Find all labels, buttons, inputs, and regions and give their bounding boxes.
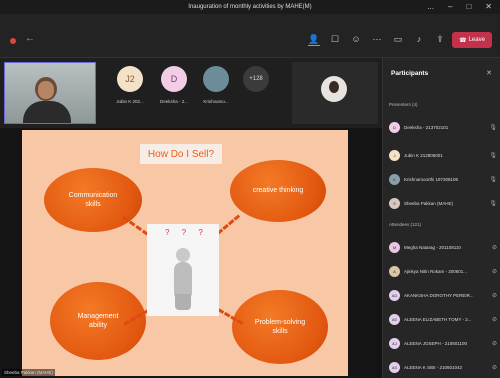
- pinned-video[interactable]: [292, 62, 378, 124]
- mic-off-icon: ⊘: [491, 340, 497, 347]
- avatar: D: [389, 121, 400, 133]
- recording-indicator: [10, 38, 16, 44]
- more-participants-button[interactable]: +128: [243, 66, 269, 92]
- mic-off-icon: ⊘: [491, 244, 497, 251]
- shared-screen: How Do I Sell? Communication skills crea…: [0, 128, 382, 378]
- slide-title: How Do I Sell?: [140, 144, 222, 164]
- avatar: D: [161, 66, 187, 92]
- arrow: [216, 214, 241, 236]
- tile-name: Jubin K 202...: [116, 99, 144, 104]
- people-icon[interactable]: 👤: [308, 34, 320, 46]
- bubble-problem-solving: Problem-solving skills: [232, 290, 328, 364]
- participant-name: Ajinkya Nitin Rokam - 200601...: [404, 268, 468, 274]
- bubble-label: Problem-solving skills: [254, 318, 306, 335]
- mic-off-icon: ⊘: [491, 364, 497, 371]
- panel-title: Participants: [391, 70, 429, 77]
- meeting-toolbar: ← 👤 ☐ ☺ ⋯ ▭ ♪ ⇪ ☎ Leave: [0, 14, 500, 58]
- participant-tile[interactable]: J2 Jubin K 202...: [113, 66, 147, 104]
- participant-name: Jubin K 212806001: [404, 152, 443, 158]
- presenters-heading[interactable]: Presenters (4): [389, 102, 418, 107]
- teams-meeting-window: Inauguration of monthly activities by MA…: [0, 0, 500, 378]
- participant-name: Krishnamoorthi 197308106: [404, 176, 459, 182]
- mic-icon: 🎙: [489, 176, 497, 183]
- avatar: AS: [389, 361, 400, 373]
- tile-name: Krishnamo...: [203, 99, 229, 104]
- participant-name: AKANKSHA DOROTHY PEREIR...: [404, 292, 474, 298]
- close-button[interactable]: ✕: [485, 2, 492, 11]
- leave-button[interactable]: ☎ Leave: [452, 32, 492, 48]
- meeting-controls: 👤 ☐ ☺ ⋯ ▭ ♪ ⇪: [308, 34, 446, 46]
- avatar: J: [389, 149, 400, 161]
- participant-name: ALEENA K SIBI - 210601042: [404, 364, 463, 370]
- bubble-label: Management ability: [77, 312, 119, 329]
- participant-name: ALEENA ELIZABETH TOMY - 2...: [404, 316, 472, 322]
- presentation-slide: How Do I Sell? Communication skills crea…: [22, 130, 348, 376]
- title-bar: Inauguration of monthly activities by MA…: [0, 0, 500, 14]
- question-marks: ? ? ?: [165, 228, 208, 237]
- participant-row[interactable]: D Deeksha - 213702101 🎙: [389, 120, 497, 134]
- participant-tile[interactable]: Krishnamo...: [199, 66, 233, 104]
- avatar: J2: [117, 66, 143, 92]
- participant-name: Sheeba Pakkan (MAHE): [404, 200, 454, 206]
- maximize-button[interactable]: □: [466, 2, 471, 11]
- participant-name: Megha Natarag - 201108110: [404, 244, 461, 250]
- bubble-label: Communication skills: [68, 191, 118, 208]
- window-controls: ... – □ ✕: [427, 2, 492, 11]
- reactions-icon[interactable]: ☺: [350, 34, 362, 46]
- tile-name: Deeksha - 2...: [159, 99, 188, 104]
- participant-row[interactable]: AD AKANKSHA DOROTHY PEREIR... ⊘: [389, 288, 497, 302]
- mic-icon: 🎙: [489, 152, 497, 159]
- participant-row[interactable]: A Ajinkya Nitin Rokam - 200601... ⊘: [389, 264, 497, 278]
- share-icon[interactable]: ⇪: [434, 34, 446, 46]
- chat-icon[interactable]: ☐: [329, 34, 341, 46]
- avatar-photo: [203, 66, 229, 92]
- avatar: S: [389, 197, 400, 209]
- participant-tile[interactable]: D Deeksha - 2...: [157, 66, 191, 104]
- video-strip: J2 Jubin K 202... D Deeksha - 2... Krish…: [0, 58, 382, 128]
- arrow: [122, 215, 150, 236]
- back-arrow-icon[interactable]: ←: [25, 33, 35, 44]
- participant-row[interactable]: AJ ALEENA JOSEPH - 210601100 ⊘: [389, 336, 497, 350]
- avatar: K: [389, 173, 400, 185]
- more-icon[interactable]: ⋯: [371, 34, 383, 46]
- avatar-photo: [321, 76, 347, 102]
- minimize-button[interactable]: –: [448, 2, 452, 11]
- participant-name: Deeksha - 213702101: [404, 124, 449, 130]
- close-icon[interactable]: ✕: [486, 69, 492, 77]
- phone-icon: ☎: [459, 37, 467, 44]
- window-title: Inauguration of monthly activities by MA…: [188, 4, 312, 10]
- participant-row[interactable]: M Megha Natarag - 201108110 ⊘: [389, 240, 497, 254]
- participant-row[interactable]: AS ALEENA K SIBI - 210601042 ⊘: [389, 360, 497, 374]
- thinking-figure: ? ? ?: [147, 224, 219, 316]
- host-video[interactable]: [4, 62, 96, 124]
- leave-label: Leave: [468, 37, 485, 43]
- avatar: AJ: [389, 337, 400, 349]
- mic-icon[interactable]: ♪: [413, 34, 425, 46]
- participant-row[interactable]: K Krishnamoorthi 197308106 🎙: [389, 172, 497, 186]
- presenter-label: Sheeba Pakkan (MAHE): [2, 369, 56, 376]
- participants-panel: Participants ✕ Presenters (4) D Deeksha …: [382, 58, 500, 378]
- mic-off-icon: ⊘: [491, 316, 497, 323]
- participant-name: ALEENA JOSEPH - 210601100: [404, 340, 467, 346]
- avatar: AD: [389, 289, 400, 301]
- avatar: M: [389, 241, 400, 253]
- attendees-heading[interactable]: Attendees (121): [389, 222, 421, 227]
- mic-off-icon: ⊘: [491, 268, 497, 275]
- participant-row[interactable]: J Jubin K 212806001 🎙: [389, 148, 497, 162]
- mic-icon: 🎙: [489, 124, 497, 131]
- bubble-creative-thinking: creative thinking: [230, 160, 326, 222]
- avatar: A: [389, 265, 400, 277]
- participant-row[interactable]: AE ALEENA ELIZABETH TOMY - 2... ⊘: [389, 312, 497, 326]
- camera-icon[interactable]: ▭: [392, 34, 404, 46]
- avatar: AE: [389, 313, 400, 325]
- mic-off-icon: ⊘: [491, 292, 497, 299]
- more-options-icon[interactable]: ...: [427, 2, 434, 11]
- mic-icon: 🎙: [489, 200, 497, 207]
- bubble-label: creative thinking: [252, 187, 304, 195]
- participant-row[interactable]: S Sheeba Pakkan (MAHE) 🎙: [389, 196, 497, 210]
